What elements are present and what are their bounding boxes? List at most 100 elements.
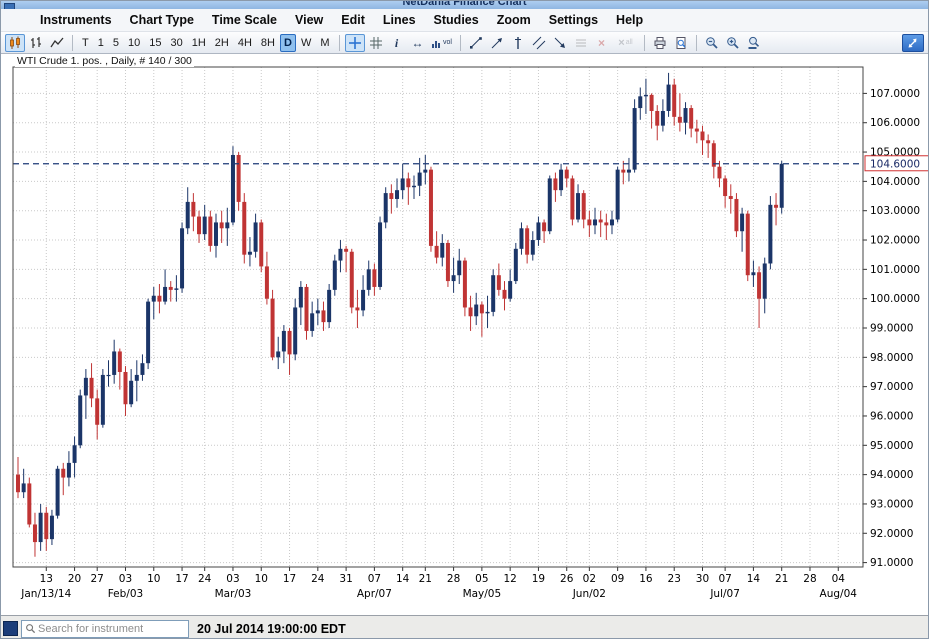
candle-body <box>180 228 184 288</box>
candle-body <box>310 313 314 331</box>
crosshair-button[interactable] <box>345 34 365 52</box>
timeframe-2h-button[interactable]: 2H <box>211 34 233 52</box>
menu-help[interactable]: Help <box>607 13 652 27</box>
menu-lines[interactable]: Lines <box>374 13 425 27</box>
x-axis-label: 07 <box>718 573 731 585</box>
y-axis-label: 104.0000 <box>870 176 920 188</box>
chart-type-line-button[interactable] <box>47 34 67 52</box>
timeframe-10-button[interactable]: 10 <box>124 34 144 52</box>
candle-body <box>112 351 116 374</box>
x-axis-label: 12 <box>503 573 516 585</box>
menu-view[interactable]: View <box>286 13 332 27</box>
menu-time-scale[interactable]: Time Scale <box>203 13 286 27</box>
trendline-button[interactable] <box>466 34 486 52</box>
channel-button[interactable] <box>529 34 549 52</box>
info-button[interactable]: i <box>387 34 407 52</box>
delete-line-button[interactable]: × <box>592 34 612 52</box>
candle-body <box>406 178 410 187</box>
timeframe-m-button[interactable]: M <box>316 34 333 52</box>
candlestick-chart-icon <box>8 36 22 50</box>
candle-body <box>695 129 699 132</box>
expand-horizontal-button[interactable]: ↔ <box>408 34 428 52</box>
dock-button[interactable] <box>902 34 924 52</box>
candle-body <box>667 85 671 111</box>
candle-body <box>757 272 761 298</box>
candle-body <box>706 140 710 143</box>
vertical-line-button[interactable] <box>508 34 528 52</box>
timeframe-4h-button[interactable]: 4H <box>234 34 256 52</box>
chart-type-candles-button[interactable] <box>5 34 25 52</box>
x-axis-label: 07 <box>368 573 381 585</box>
search-input[interactable] <box>36 622 185 636</box>
volume-icon <box>431 37 442 49</box>
vertical-line-icon <box>511 36 525 50</box>
print-preview-button[interactable] <box>671 34 691 52</box>
candle-body <box>191 202 195 217</box>
candle-body <box>265 266 269 298</box>
candle-body <box>169 287 173 290</box>
candle-body <box>655 111 659 126</box>
timeframe-w-button[interactable]: W <box>297 34 315 52</box>
candle-body <box>446 243 450 281</box>
timeframe-1h-button[interactable]: 1H <box>188 34 210 52</box>
candle-body <box>593 219 597 225</box>
zoom-in-icon <box>726 36 740 50</box>
candle-body <box>486 312 490 313</box>
menu-zoom[interactable]: Zoom <box>488 13 540 27</box>
x-axis-label: 21 <box>775 573 788 585</box>
timeframe-d-button[interactable]: D <box>280 34 296 52</box>
timeframe-30-button[interactable]: 30 <box>166 34 186 52</box>
menu-edit[interactable]: Edit <box>332 13 374 27</box>
manage-lines-button[interactable] <box>571 34 591 52</box>
candle-body <box>525 228 529 254</box>
x-axis-label: 19 <box>532 573 545 585</box>
menu-settings[interactable]: Settings <box>540 13 607 27</box>
candle-body <box>780 164 784 208</box>
candle-body <box>746 214 750 276</box>
candle-body <box>361 290 365 311</box>
toolbar-separator <box>460 35 461 51</box>
candle-body <box>271 299 275 358</box>
candle-body <box>282 331 286 352</box>
candle-body <box>101 375 105 425</box>
candle-body <box>39 513 43 542</box>
zoom-out-button[interactable] <box>702 34 722 52</box>
x-axis-label: 27 <box>91 573 104 585</box>
menu-chart-type[interactable]: Chart Type <box>121 13 203 27</box>
month-label: Mar/03 <box>215 588 252 600</box>
arrow-tool-button[interactable] <box>550 34 570 52</box>
y-axis-label: 100.0000 <box>870 293 920 305</box>
ray-line-button[interactable] <box>487 34 507 52</box>
candle-body <box>16 475 20 493</box>
timeframe-15-button[interactable]: 15 <box>145 34 165 52</box>
menu-instruments[interactable]: Instruments <box>31 13 121 27</box>
chart-type-bars-button[interactable] <box>26 34 46 52</box>
timeframe-5-button[interactable]: 5 <box>109 34 123 52</box>
timeframe-8h-button[interactable]: 8H <box>257 34 279 52</box>
candle-body <box>497 275 501 290</box>
timeframe-t-button[interactable]: T <box>78 34 93 52</box>
candle-body <box>146 302 150 364</box>
zoom-in-button[interactable] <box>723 34 743 52</box>
timeframe-1-button[interactable]: 1 <box>94 34 108 52</box>
volume-button[interactable]: vol <box>429 34 455 52</box>
zoom-fit-button[interactable] <box>744 34 764 52</box>
candle-body <box>480 305 484 314</box>
candle-body <box>123 372 127 404</box>
x-axis-label: 13 <box>40 573 53 585</box>
x-axis-label: 16 <box>639 573 653 585</box>
plot-border <box>13 67 863 567</box>
menu-studies[interactable]: Studies <box>425 13 488 27</box>
toolbar-separator <box>72 35 73 51</box>
x-axis-label: 10 <box>255 573 268 585</box>
candle-body <box>672 85 676 117</box>
line-chart-icon <box>50 36 64 50</box>
delete-all-lines-button[interactable]: × all <box>613 34 639 52</box>
candlestick-chart[interactable]: 91.000092.000093.000094.000095.000096.00… <box>1 54 929 615</box>
candle-body <box>293 307 297 354</box>
x-axis-label: 24 <box>198 573 212 585</box>
instrument-search-box[interactable] <box>21 620 189 638</box>
print-button[interactable] <box>650 34 670 52</box>
grid-button[interactable] <box>366 34 386 52</box>
y-axis-label: 103.0000 <box>870 205 920 217</box>
